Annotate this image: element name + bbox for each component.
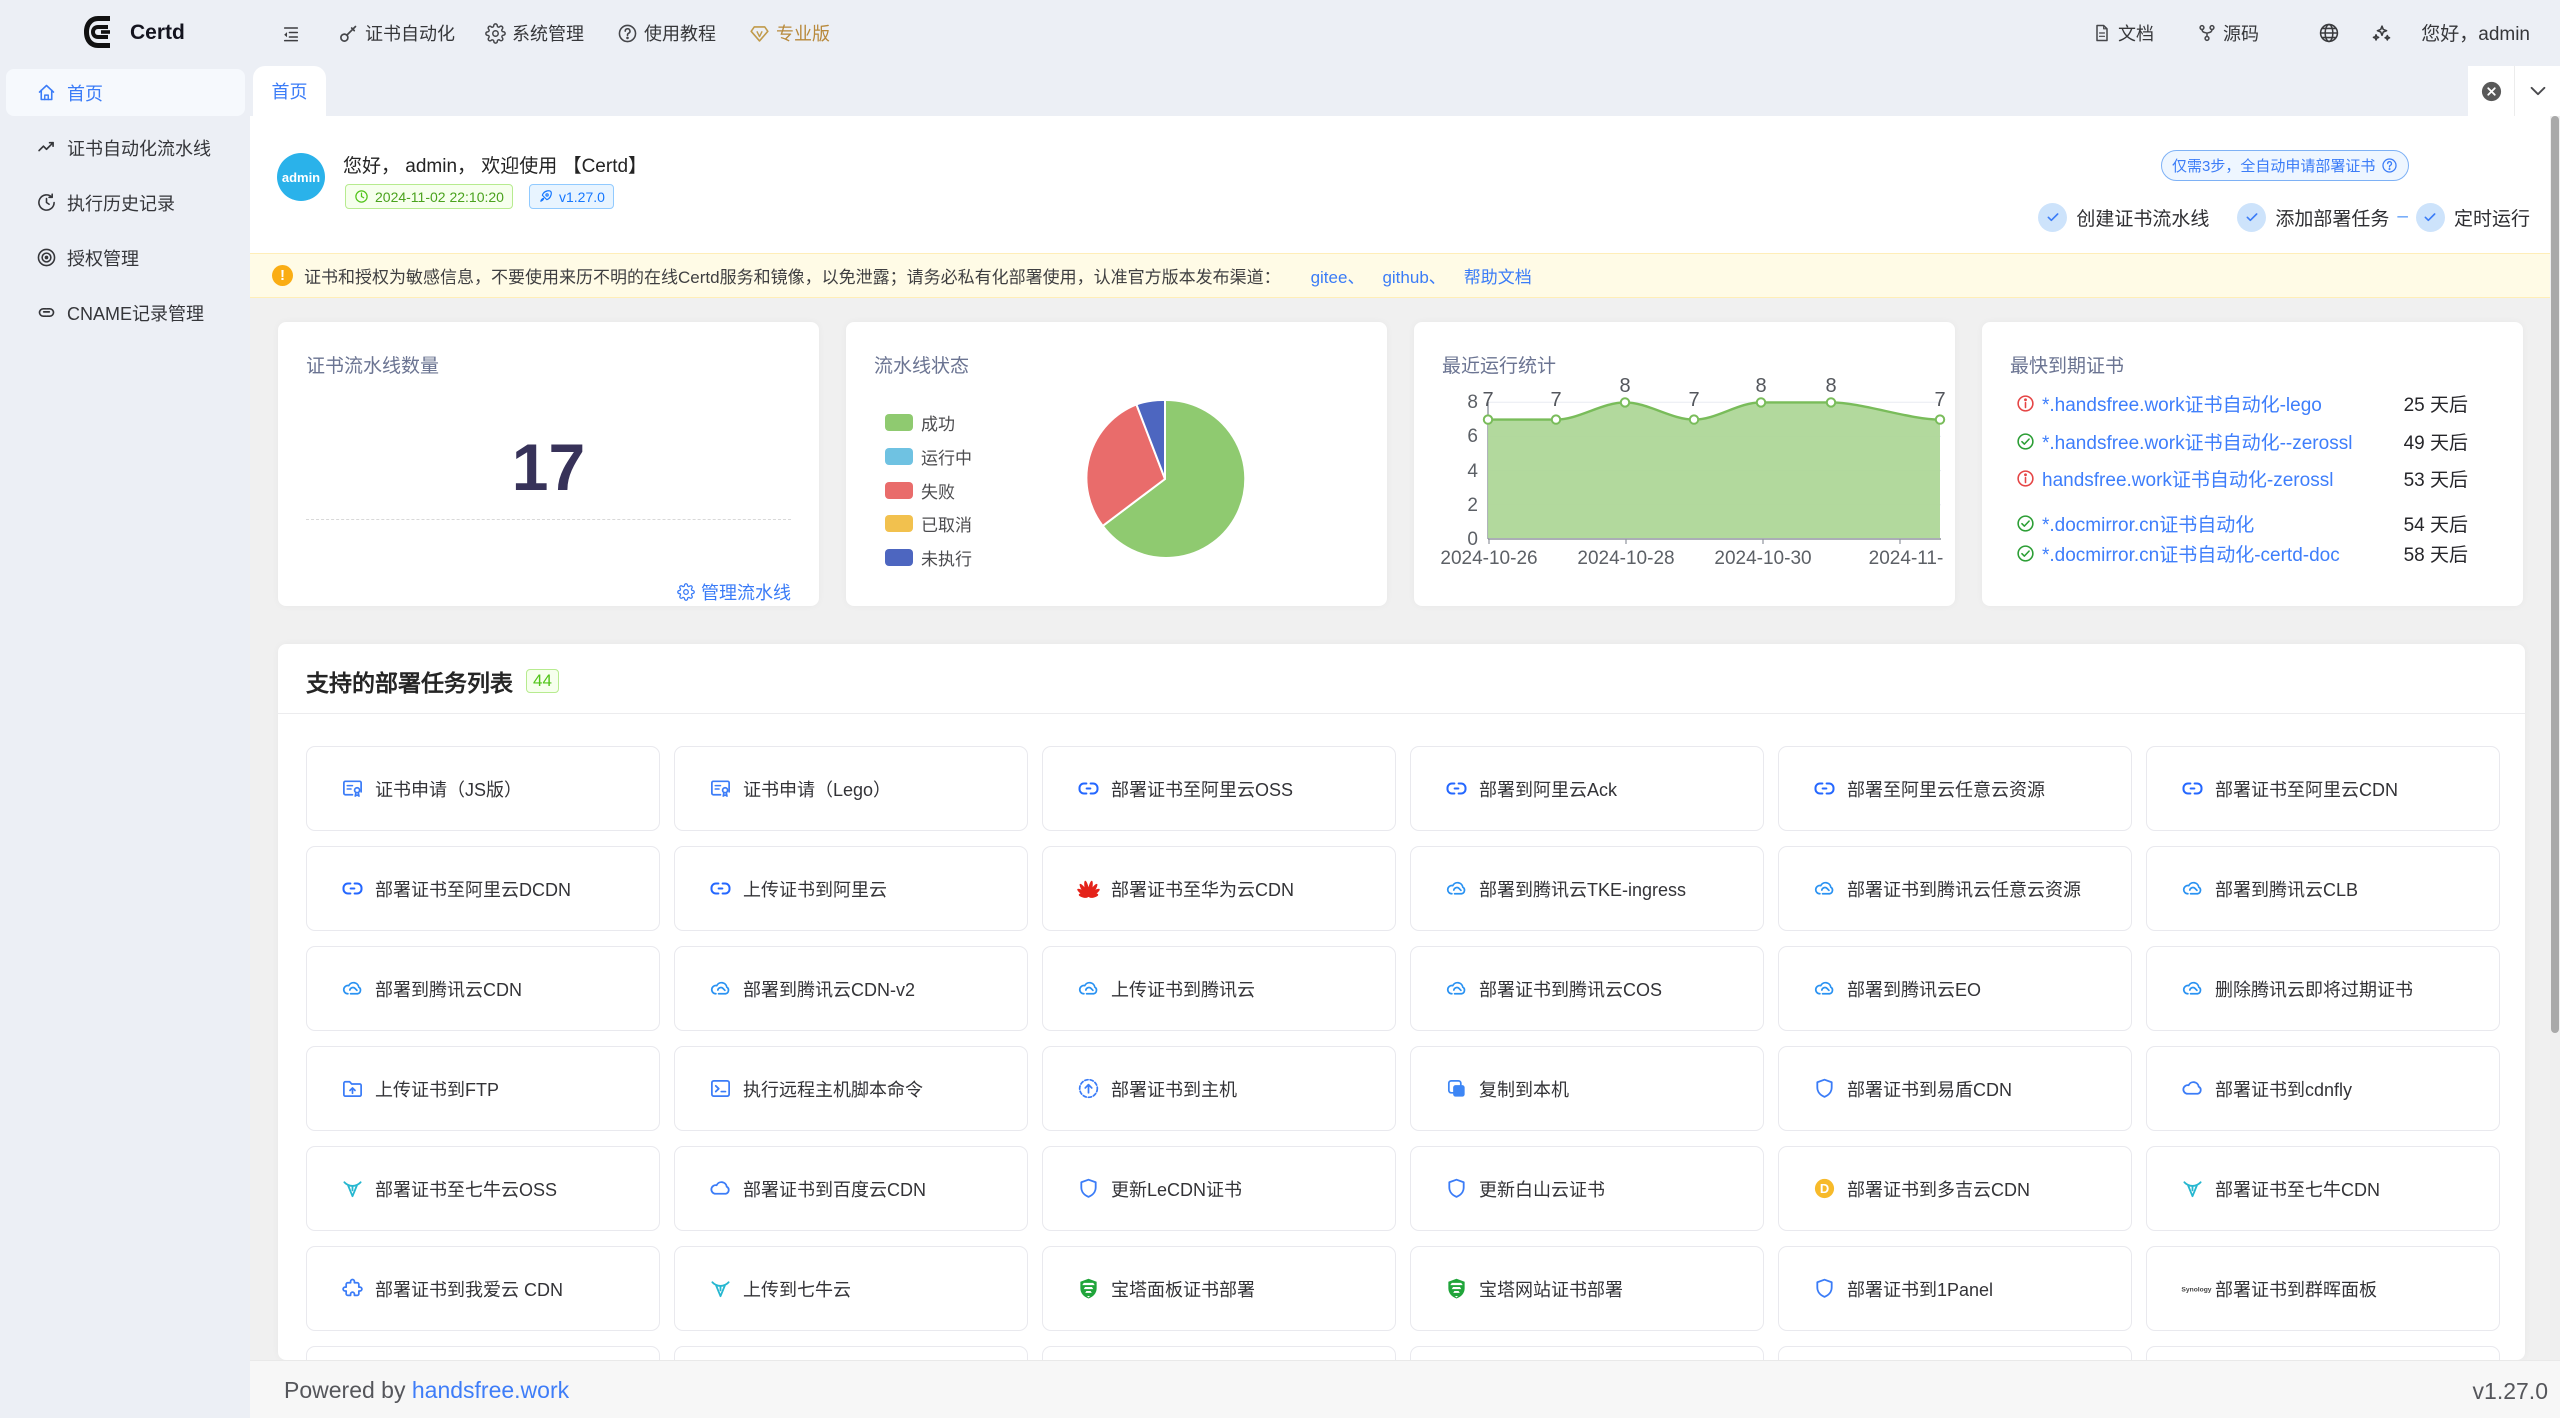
svg-text:8: 8 bbox=[1619, 375, 1630, 397]
svg-text:7: 7 bbox=[1482, 389, 1493, 411]
svg-text:7: 7 bbox=[1934, 389, 1945, 411]
svg-text:2024-10-30: 2024-10-30 bbox=[1714, 548, 1811, 569]
svg-text:4: 4 bbox=[1467, 461, 1478, 482]
svg-text:7: 7 bbox=[1550, 389, 1561, 411]
svg-text:7: 7 bbox=[1688, 389, 1699, 411]
svg-text:8: 8 bbox=[1825, 375, 1836, 397]
svg-text:8: 8 bbox=[1755, 375, 1766, 397]
svg-text:6: 6 bbox=[1467, 426, 1478, 447]
svg-text:0: 0 bbox=[1467, 529, 1478, 550]
svg-text:2024-10-26: 2024-10-26 bbox=[1440, 548, 1537, 569]
svg-text:2024-10-28: 2024-10-28 bbox=[1577, 548, 1674, 569]
svg-text:2: 2 bbox=[1467, 495, 1478, 516]
svg-text:2024-11-: 2024-11- bbox=[1869, 548, 1944, 569]
svg-text:8: 8 bbox=[1467, 392, 1478, 413]
